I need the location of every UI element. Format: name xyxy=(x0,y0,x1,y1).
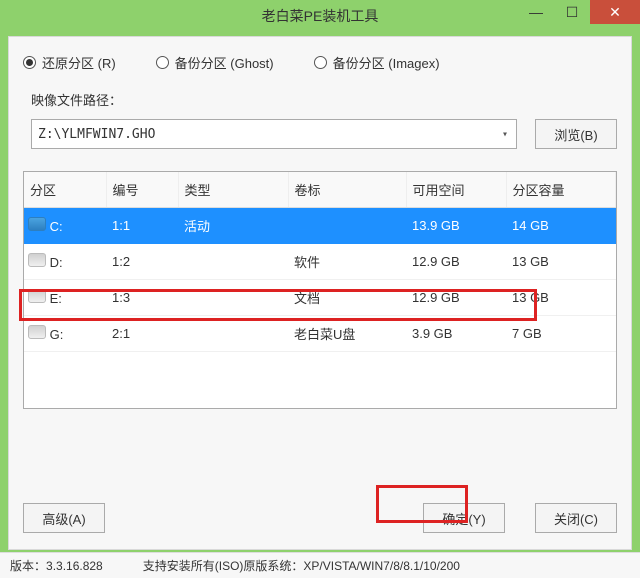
minimize-button[interactable]: — xyxy=(518,0,554,24)
advanced-button[interactable]: 高级(A) xyxy=(23,503,105,533)
titlebar: 老白菜PE装机工具 — ☐ ✕ xyxy=(0,0,640,32)
col-type[interactable]: 类型 xyxy=(178,172,288,208)
version-text: 版本：3.3.16.828 xyxy=(10,557,103,574)
chevron-down-icon[interactable]: ▾ xyxy=(495,120,515,148)
radio-backup-imagex-label: 备份分区 (Imagex) xyxy=(333,53,440,72)
col-size[interactable]: 分区容量 xyxy=(506,172,616,208)
image-path-combobox[interactable]: Z:\YLMFWIN7.GHO ▾ xyxy=(31,119,517,149)
radio-restore-label: 还原分区 (R) xyxy=(42,53,116,72)
close-window-button[interactable]: ✕ xyxy=(590,0,640,24)
client-area: 还原分区 (R) 备份分区 (Ghost) 备份分区 (Imagex) 映像文件… xyxy=(8,36,632,550)
image-path-label: 映像文件路径： xyxy=(31,90,617,109)
radio-backup-ghost-label: 备份分区 (Ghost) xyxy=(175,53,274,72)
partition-table-container: 分区 编号 类型 卷标 可用空间 分区容量 C:1:1活动13.9 GB14 G… xyxy=(23,171,617,409)
col-partition[interactable]: 分区 xyxy=(24,172,106,208)
image-path-value: Z:\YLMFWIN7.GHO xyxy=(38,127,155,142)
col-id[interactable]: 编号 xyxy=(106,172,178,208)
browse-button[interactable]: 浏览(B) xyxy=(535,119,617,149)
radio-backup-ghost[interactable]: 备份分区 (Ghost) xyxy=(156,53,274,72)
status-bar: 版本：3.3.16.828 支持安装所有(ISO)原版系统：XP/VISTA/W… xyxy=(0,552,640,578)
radio-restore[interactable]: 还原分区 (R) xyxy=(23,53,116,72)
window-title: 老白菜PE装机工具 xyxy=(262,6,379,26)
image-file-section: 映像文件路径： Z:\YLMFWIN7.GHO ▾ 浏览(B) xyxy=(9,80,631,149)
browse-button-label: 浏览(B) xyxy=(554,125,597,144)
drive-icon xyxy=(28,289,46,303)
support-text: 支持安装所有(ISO)原版系统：XP/VISTA/WIN7/8/8.1/10/2… xyxy=(143,557,460,574)
radio-backup-imagex[interactable]: 备份分区 (Imagex) xyxy=(314,53,440,72)
close-button[interactable]: 关闭(C) xyxy=(535,503,617,533)
col-label[interactable]: 卷标 xyxy=(288,172,406,208)
close-button-label: 关闭(C) xyxy=(554,509,598,528)
table-row[interactable]: G:2:1老白菜U盘3.9 GB7 GB xyxy=(24,316,616,352)
drive-icon xyxy=(28,253,46,267)
radio-indicator-icon xyxy=(156,56,169,69)
table-row[interactable]: E:1:3文档12.9 GB13 GB xyxy=(24,280,616,316)
app-window: 老白菜PE装机工具 — ☐ ✕ 还原分区 (R) 备份分区 (Ghost) 备份… xyxy=(0,0,640,578)
table-header-row: 分区 编号 类型 卷标 可用空间 分区容量 xyxy=(24,172,616,208)
advanced-button-label: 高级(A) xyxy=(42,509,85,528)
mode-radio-group: 还原分区 (R) 备份分区 (Ghost) 备份分区 (Imagex) xyxy=(9,37,631,80)
ok-button[interactable]: 确定(Y) xyxy=(423,503,505,533)
drive-icon xyxy=(28,325,46,339)
window-controls: — ☐ ✕ xyxy=(518,0,640,24)
radio-indicator-icon xyxy=(314,56,327,69)
maximize-button[interactable]: ☐ xyxy=(554,0,590,24)
partition-table: 分区 编号 类型 卷标 可用空间 分区容量 C:1:1活动13.9 GB14 G… xyxy=(24,172,616,352)
col-free[interactable]: 可用空间 xyxy=(406,172,506,208)
table-row[interactable]: C:1:1活动13.9 GB14 GB xyxy=(24,208,616,244)
table-row[interactable]: D:1:2软件12.9 GB13 GB xyxy=(24,244,616,280)
drive-icon xyxy=(28,217,46,231)
ok-button-label: 确定(Y) xyxy=(442,509,485,528)
bottom-button-bar: 高级(A) 确定(Y) 关闭(C) xyxy=(23,503,617,533)
radio-indicator-icon xyxy=(23,56,36,69)
